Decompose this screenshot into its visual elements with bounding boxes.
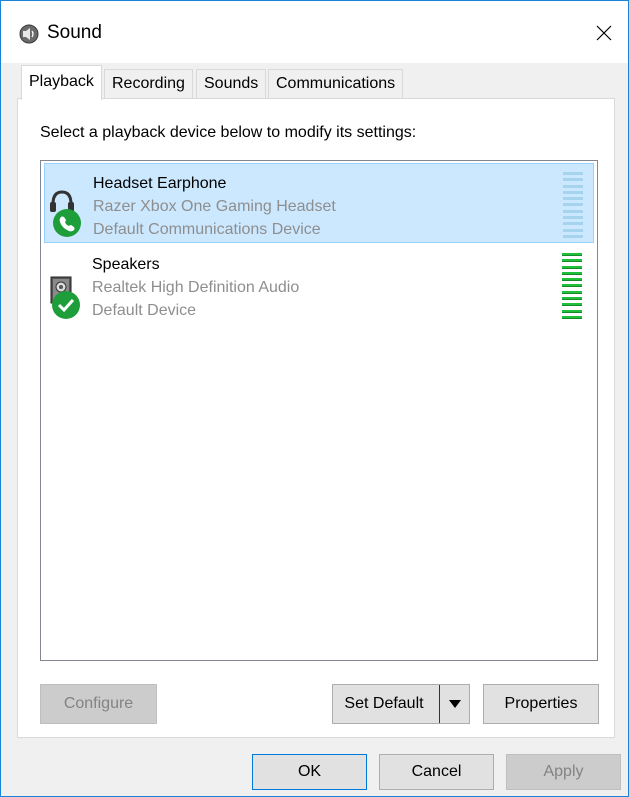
device-description: Razer Xbox One Gaming Headset (93, 198, 336, 215)
meter-segment (563, 203, 583, 207)
meter-segment (563, 178, 583, 182)
meter-segment (563, 234, 583, 238)
meter-segment (563, 222, 583, 226)
dropdown-arrow-icon (448, 700, 461, 708)
meter-segment (563, 190, 583, 194)
meter-segment (562, 303, 582, 307)
meter-segment (562, 253, 582, 256)
cancel-button[interactable]: Cancel (379, 754, 494, 790)
meter-segment (562, 278, 582, 282)
sound-dialog: Sound Playback Recording Sounds Communic… (0, 0, 629, 797)
tab-communications[interactable]: Communications (268, 69, 404, 99)
meter-segment (562, 259, 582, 263)
device-name: Headset Earphone (93, 175, 227, 192)
volume-meter (562, 253, 582, 319)
set-default-dropdown[interactable] (439, 685, 469, 723)
meter-segment (562, 297, 582, 301)
device-name: Speakers (92, 256, 160, 273)
phone-badge-icon (52, 208, 82, 238)
tab-playback[interactable]: Playback (21, 65, 102, 100)
meter-segment (563, 209, 583, 213)
sound-app-icon (19, 24, 39, 44)
set-default-label: Set Default (344, 695, 424, 712)
check-badge-icon (51, 290, 81, 320)
meter-segment (562, 271, 582, 275)
meter-segment (563, 216, 583, 220)
device-list[interactable]: Headset Earphone Razer Xbox One Gaming H… (40, 160, 598, 661)
ok-button[interactable]: OK (252, 754, 367, 790)
properties-button[interactable]: Properties (483, 684, 599, 724)
tab-strip: Playback Recording Sounds Communications (1, 63, 628, 100)
instruction-text: Select a playback device below to modify… (40, 124, 417, 141)
meter-segment (562, 290, 582, 294)
meter-segment (563, 184, 583, 188)
device-item-speakers[interactable]: Speakers Realtek High Definition Audio D… (44, 245, 594, 325)
window-title: Sound (47, 22, 102, 43)
meter-segment (562, 315, 582, 319)
close-icon (596, 25, 612, 41)
apply-button[interactable]: Apply (506, 754, 621, 790)
tab-sounds[interactable]: Sounds (196, 69, 267, 99)
close-button[interactable] (584, 17, 624, 49)
device-description: Realtek High Definition Audio (92, 279, 300, 296)
volume-meter (563, 172, 583, 238)
meter-segment (563, 197, 583, 201)
meter-segment (563, 228, 583, 232)
meter-segment (563, 172, 583, 175)
device-item-headset[interactable]: Headset Earphone Razer Xbox One Gaming H… (44, 163, 594, 243)
set-default-button[interactable]: Set Default (332, 684, 470, 724)
playback-panel: Select a playback device below to modify… (17, 98, 615, 738)
device-status: Default Device (92, 302, 197, 319)
tab-recording[interactable]: Recording (104, 69, 193, 99)
meter-segment (562, 284, 582, 288)
device-status: Default Communications Device (93, 221, 321, 238)
configure-button[interactable]: Configure (40, 684, 157, 724)
meter-segment (562, 265, 582, 269)
title-bar: Sound (1, 1, 628, 63)
meter-segment (562, 309, 582, 313)
